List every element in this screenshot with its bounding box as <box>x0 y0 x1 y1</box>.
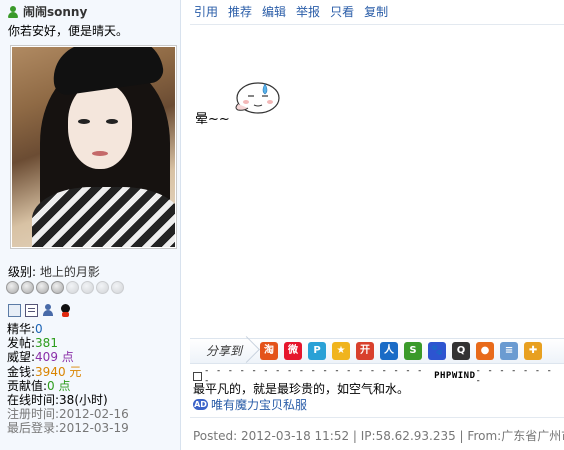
level-value: 地上的月影 <box>39 265 100 279</box>
toolbar-action[interactable]: 引用 <box>194 3 218 20</box>
bookmark-icon[interactable]: ✚ <box>524 342 543 360</box>
toolbar-action[interactable]: 编辑 <box>262 3 286 20</box>
add-friend-icon[interactable] <box>42 304 55 317</box>
sweat-emoticon-icon <box>235 82 280 114</box>
author-stats: 精华:0 发帖:381 威望:409 点金钱:3940 元贡献值:0 点在线时间:3… <box>7 322 129 436</box>
share-bar: 分享到 淘微 P ★ 开人 S 🐾 Q ● ≡ ✚ <box>190 338 564 364</box>
stat-row: 在线时间:38(小时) <box>7 393 129 407</box>
toolbar-action[interactable]: 推荐 <box>228 3 252 20</box>
stat-label: 在线时间: <box>7 393 60 408</box>
stat-value: 2012-03-19 <box>59 421 129 436</box>
weibo-icon[interactable]: 微 <box>284 342 303 360</box>
level-badge-icon <box>6 281 19 294</box>
message-icon[interactable] <box>25 304 38 317</box>
stat-value: 2012-02-16 <box>59 407 129 422</box>
author-level: 级别: 地上的月影 <box>8 263 100 280</box>
author-panel: 闹闹sonny 你若安好，便是晴天。 级别: 地上的月影 精华:0 发帖:381 威… <box>0 0 181 450</box>
post-body-text: 晕~~ <box>195 112 230 127</box>
divider-brand: PHPWIND <box>434 371 476 381</box>
level-badge-icon <box>111 281 124 294</box>
level-badge-icon <box>66 281 79 294</box>
stat-row: 注册时间:2012-02-16 <box>7 407 129 421</box>
stat-value: 409 点 <box>35 350 74 365</box>
stat-label: 发帖: <box>7 336 36 351</box>
stat-label: 最后登录: <box>7 421 60 436</box>
taobao-icon[interactable]: 淘 <box>260 342 279 360</box>
netease-icon[interactable]: ● <box>476 342 495 360</box>
stat-value: 0 点 <box>47 378 71 393</box>
stat-label: 威望: <box>7 350 36 365</box>
renren-icon[interactable]: 人 <box>380 342 399 360</box>
share-label: 分享到 <box>190 338 250 364</box>
level-badge-icon <box>96 281 109 294</box>
toolbar-action[interactable]: 举报 <box>296 3 320 20</box>
stat-label: 注册时间: <box>7 407 60 422</box>
stat-row: 最后登录:2012-03-19 <box>7 421 129 435</box>
star-icon[interactable]: ★ <box>332 342 351 360</box>
level-badge-icon <box>36 281 49 294</box>
stat-value: 38(小时) <box>59 393 108 408</box>
baidu-icon[interactable]: 🐾 <box>428 342 447 360</box>
signature-ad: AD 唯有魔力宝贝私服 <box>193 396 307 413</box>
ad-badge: AD <box>193 399 208 410</box>
post-footer: Posted: 2012-03-18 11:52 | IP:58.62.93.2… <box>190 417 564 450</box>
sohu-icon[interactable]: S <box>404 342 423 360</box>
author-username[interactable]: 闹闹sonny <box>23 3 87 20</box>
level-badge-icon <box>51 281 64 294</box>
profile-card-icon[interactable] <box>8 304 21 317</box>
stat-row: 金钱:3940 元 <box>7 365 129 379</box>
share-icons: 淘微 P ★ 开人 S 🐾 Q ● ≡ ✚ <box>260 342 543 360</box>
stat-label: 贡献值: <box>7 378 48 393</box>
toolbar-divider <box>190 24 564 25</box>
avatar[interactable] <box>10 45 177 249</box>
toolbar-action[interactable]: 复制 <box>364 3 388 20</box>
qq-contact-icon[interactable] <box>59 304 72 317</box>
qq-icon[interactable]: Q <box>452 342 471 360</box>
stat-value: 381 <box>35 336 58 351</box>
stat-label: 金钱: <box>7 364 36 379</box>
level-badge-icon <box>81 281 94 294</box>
level-icons <box>6 281 124 294</box>
stat-row: 精华:0 <box>7 322 129 336</box>
kaixin-icon[interactable]: 开 <box>356 342 375 360</box>
stat-value: 3940 元 <box>35 364 82 379</box>
author-header: 闹闹sonny <box>6 3 87 20</box>
level-label: 级别: <box>8 265 37 279</box>
qzone-icon[interactable]: P <box>308 342 327 360</box>
stat-value: 0 <box>35 322 43 336</box>
stat-row: 发帖:381 <box>7 336 129 350</box>
user-online-icon <box>6 5 20 19</box>
stat-row: 贡献值:0 点 <box>7 379 129 393</box>
post-toolbar: 引用 推荐 编辑 举报 只看 复制 <box>194 3 388 20</box>
note-icon[interactable]: ≡ <box>500 342 519 360</box>
author-tools <box>8 304 72 317</box>
level-badge-icon <box>21 281 34 294</box>
stat-label: 精华: <box>7 322 36 336</box>
ad-link[interactable]: 唯有魔力宝贝私服 <box>211 396 307 413</box>
signature-text: 最平凡的，就是最珍贵的，如空气和水。 <box>193 382 410 396</box>
stat-row: 威望:409 点 <box>7 350 129 364</box>
toolbar-action[interactable]: 只看 <box>330 3 354 20</box>
author-signline: 你若安好，便是晴天。 <box>8 24 129 38</box>
avatar-image <box>12 47 175 247</box>
